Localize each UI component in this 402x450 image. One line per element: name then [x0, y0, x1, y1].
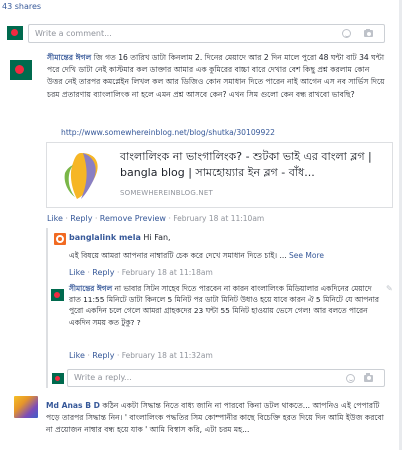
edit-icon[interactable]: ✎ — [386, 284, 393, 293]
banglalink-avatar[interactable] — [54, 233, 66, 245]
link-preview[interactable]: বাংলালিংক না ভাংগালিংক? - শুটকা ভাই এর ব… — [46, 142, 393, 208]
blog-logo-icon — [64, 153, 98, 199]
like-button[interactable]: Like — [69, 351, 85, 360]
comment-actions: Like · Reply · Remove Preview · February… — [47, 214, 265, 223]
user-avatar — [52, 373, 64, 384]
reply-actions: Like · Reply · February 18 at 11:18am — [69, 268, 213, 277]
reply-button[interactable]: Reply — [70, 214, 92, 223]
comment-text: জি গত 16 তারিখ ডাটা কিনলাম 2. দিনের মেয়… — [47, 53, 385, 99]
preview-thumbnail — [47, 143, 115, 205]
reply-actions: Like · Reply · February 18 at 11:32am — [69, 351, 213, 360]
commenter-avatar[interactable] — [14, 396, 38, 418]
camera-icon[interactable] — [364, 373, 373, 382]
reply-input-placeholder: Write a reply... — [74, 373, 132, 382]
reply-input[interactable]: Write a reply... — [67, 369, 385, 387]
comment-author[interactable]: সীমান্তের ঈগল — [47, 53, 91, 62]
commenter-avatar[interactable] — [10, 60, 32, 80]
emoji-icon[interactable] — [342, 29, 351, 38]
reply-button[interactable]: Reply — [92, 268, 114, 277]
like-button[interactable]: Like — [47, 214, 63, 223]
preview-domain: SOMEWHEREINBLOG.NET — [120, 189, 213, 197]
emoji-icon[interactable] — [346, 373, 355, 383]
reply-text: না ভাবার সিটন সাহেব দিতে পারবেন না কারন … — [69, 284, 379, 327]
reply-body: সীমান্তের ঈগল না ভাবার সিটন সাহেব দিতে প… — [69, 283, 382, 328]
commenter-avatar[interactable] — [51, 289, 64, 301]
reply-header: banglalink mela Hi Fan, — [69, 233, 171, 242]
reply-author[interactable]: সীমান্তের ঈগল — [69, 284, 112, 293]
reply-greeting: Hi Fan, — [143, 233, 171, 242]
reply-timestamp[interactable]: February 18 at 11:32am — [122, 351, 213, 360]
comment-timestamp[interactable]: February 18 at 11:10am — [173, 214, 264, 223]
comment-input-placeholder: Write a comment... — [35, 29, 112, 38]
see-more-link[interactable]: See More — [289, 251, 324, 260]
comment-link[interactable]: http://www.somewhereinblog.net/blog/shut… — [61, 128, 275, 137]
like-button[interactable]: Like — [69, 268, 85, 277]
reply-text: এই বিষয়ে আমরা আপনার নাম্বারটি চেক করে দ… — [69, 251, 287, 260]
reply-author[interactable]: banglalink mela — [69, 233, 141, 242]
reply-body: এই বিষয়ে আমরা আপনার নাম্বারটি চেক করে দ… — [69, 251, 389, 263]
shares-count[interactable]: 43 shares — [2, 2, 41, 11]
comment-body: সীমান্তের ঈগল জি গত 16 তারিখ ডাটা কিনলাম… — [47, 52, 385, 101]
user-avatar — [7, 26, 23, 40]
camera-icon[interactable] — [364, 28, 373, 37]
remove-preview-button[interactable]: Remove Preview — [100, 214, 166, 223]
comment-body: Md Anas B D কঠিন একটা সিদ্ধান্ত নিতে বাধ… — [46, 400, 386, 436]
reply-timestamp[interactable]: February 18 at 11:18am — [122, 268, 213, 277]
preview-title: বাংলালিংক না ভাংগালিংক? - শুটকা ভাই এর ব… — [120, 150, 372, 179]
comment-author[interactable]: Md Anas B D — [46, 401, 100, 410]
comment-input[interactable]: Write a comment... — [28, 24, 385, 43]
reply-button[interactable]: Reply — [92, 351, 114, 360]
thread-line — [46, 228, 48, 388]
